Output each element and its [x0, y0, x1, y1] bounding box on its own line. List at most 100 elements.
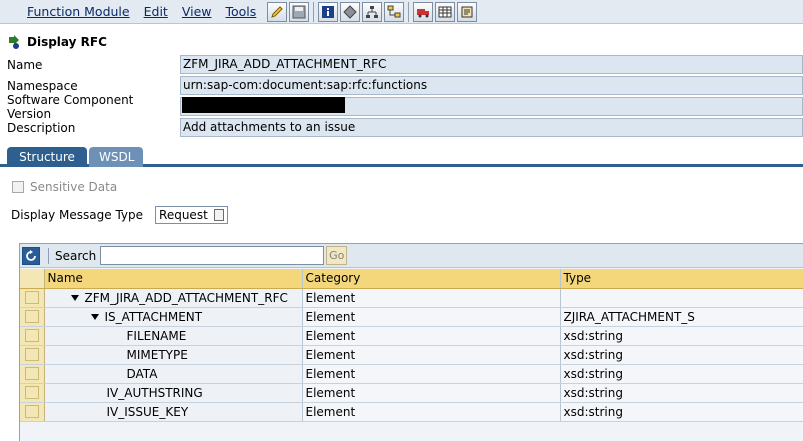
- row-selector[interactable]: [20, 402, 45, 422]
- category-cell: Element: [302, 383, 561, 403]
- row-selector[interactable]: [20, 307, 45, 327]
- sensitive-data-label: Sensitive Data: [30, 180, 118, 194]
- refresh-icon: [26, 249, 36, 261]
- table-row[interactable]: IV_AUTHSTRING Element xsd:string: [20, 383, 803, 403]
- type-cell: xsd:string: [560, 364, 803, 384]
- search-label: Search: [55, 248, 97, 263]
- table-row[interactable]: DATA Element xsd:string: [20, 364, 803, 384]
- save-button[interactable]: [289, 1, 310, 22]
- transport-button[interactable]: [413, 1, 434, 22]
- row-selector[interactable]: [20, 345, 45, 365]
- expand-triangle-icon[interactable]: [70, 294, 79, 301]
- toolbar: [267, 0, 479, 24]
- select-all-cell[interactable]: [20, 269, 45, 289]
- structure-button[interactable]: [384, 1, 405, 22]
- redacted-block: [182, 97, 345, 113]
- where-used-button[interactable]: [362, 1, 383, 22]
- namespace-field[interactable]: urn:sap-com:document:sap:rfc:functions: [180, 76, 803, 95]
- name-cell: DATA: [44, 364, 303, 384]
- column-header-type[interactable]: Type: [560, 269, 803, 289]
- type-cell: xsd:string: [560, 402, 803, 422]
- message-type-label: Display Message Type: [11, 208, 144, 222]
- tree-toolbar-separator: [48, 247, 49, 264]
- check-button[interactable]: [340, 1, 361, 22]
- column-header-name[interactable]: Name: [44, 269, 303, 289]
- menu-view[interactable]: View: [175, 4, 219, 19]
- table-row[interactable]: FILENAME Element xsd:string: [20, 326, 803, 346]
- table-icon: [438, 6, 452, 17]
- row-selector[interactable]: [20, 326, 45, 346]
- name-row: Name: [7, 55, 180, 74]
- scv-label: Software Component Version: [7, 92, 134, 121]
- table-row[interactable]: IV_ISSUE_KEY Element xsd:string: [20, 402, 803, 422]
- type-cell: xsd:string: [560, 345, 803, 365]
- namespace-label: Namespace: [7, 78, 78, 93]
- description-row: Description: [7, 118, 180, 137]
- type-cell: ZJIRA_ATTACHMENT_S: [560, 307, 803, 327]
- document-button[interactable]: [457, 1, 478, 22]
- search-input[interactable]: [100, 246, 325, 265]
- name-cell: IS_ATTACHMENT: [44, 307, 303, 327]
- category-cell: Element: [302, 402, 561, 422]
- row-selector[interactable]: [20, 383, 45, 403]
- diamond-icon: [343, 4, 358, 19]
- sensitive-data-checkbox[interactable]: Sensitive Data: [12, 180, 117, 194]
- menu-tools[interactable]: Tools: [219, 4, 264, 19]
- name-cell: IV_AUTHSTRING: [44, 383, 303, 403]
- hierarchy-icon: [366, 5, 379, 18]
- category-cell: Element: [302, 364, 561, 384]
- table-button[interactable]: [435, 1, 456, 22]
- column-header-category[interactable]: Category: [302, 269, 561, 289]
- toolbar-separator-2: [408, 1, 410, 22]
- name-cell: MIMETYPE: [44, 345, 303, 365]
- menu-function-module[interactable]: Function Module: [0, 4, 137, 19]
- name-label: Name: [7, 57, 43, 72]
- type-cell: xsd:string: [560, 383, 803, 403]
- structure-grid: Name Category Type ZFM_JIRA_ADD_ATTACHME…: [20, 269, 803, 422]
- message-type-row: Display Message Type Request: [11, 206, 229, 224]
- menu-edit[interactable]: Edit: [137, 4, 175, 19]
- tree-toolbar: Search Go: [20, 244, 803, 268]
- truck-icon: [417, 8, 430, 17]
- row-selector[interactable]: [20, 364, 45, 384]
- info-icon: [322, 5, 335, 18]
- scroll-icon: [461, 6, 473, 17]
- table-row[interactable]: MIMETYPE Element xsd:string: [20, 345, 803, 365]
- info-button[interactable]: [318, 1, 339, 22]
- toolbar-separator: [313, 1, 315, 22]
- refresh-button[interactable]: [22, 246, 40, 265]
- expand-triangle-icon[interactable]: [90, 313, 99, 320]
- page-title: Display RFC: [7, 34, 107, 50]
- tree-table: Search Go Name Category Type ZFM_JIRA_AD…: [19, 243, 803, 441]
- tab-strip: Structure WSDL: [0, 147, 803, 167]
- scv-row: Software Component Version: [7, 93, 180, 121]
- tab-structure[interactable]: Structure: [7, 147, 87, 167]
- message-type-select[interactable]: Request: [155, 206, 229, 224]
- type-cell: xsd:string: [560, 326, 803, 346]
- tab-wsdl[interactable]: WSDL: [89, 147, 143, 167]
- name-cell: ZFM_JIRA_ADD_ATTACHMENT_RFC: [44, 288, 303, 308]
- table-row[interactable]: ZFM_JIRA_ADD_ATTACHMENT_RFC Element: [20, 288, 803, 308]
- go-button[interactable]: Go: [326, 246, 348, 265]
- category-cell: Element: [302, 307, 561, 327]
- pencil-icon: [271, 5, 284, 18]
- description-field[interactable]: Add attachments to an issue: [180, 118, 803, 137]
- category-cell: Element: [302, 326, 561, 346]
- category-cell: Element: [302, 345, 561, 365]
- type-cell: [560, 288, 803, 308]
- category-cell: Element: [302, 288, 561, 308]
- name-field[interactable]: ZFM_JIRA_ADD_ATTACHMENT_RFC: [180, 55, 803, 74]
- save-icon: [292, 5, 306, 18]
- dropdown-icon[interactable]: [214, 209, 225, 221]
- checkbox-box[interactable]: [12, 181, 24, 193]
- menu-bar: Function Module Edit View Tools: [0, 0, 803, 24]
- rfc-icon: [9, 35, 19, 49]
- table-row[interactable]: IS_ATTACHMENT Element ZJIRA_ATTACHMENT_S: [20, 307, 803, 327]
- name-cell: FILENAME: [44, 326, 303, 346]
- tree-icon: [387, 5, 401, 17]
- row-selector[interactable]: [20, 288, 45, 308]
- name-cell: IV_ISSUE_KEY: [44, 402, 303, 422]
- description-label: Description: [7, 120, 76, 135]
- header-row: Name Category Type: [20, 269, 803, 289]
- edit-pencil-button[interactable]: [267, 1, 288, 22]
